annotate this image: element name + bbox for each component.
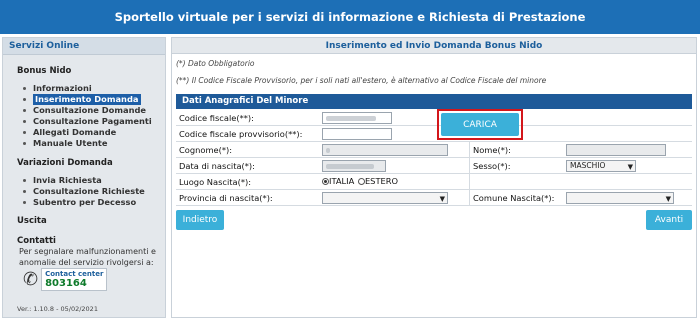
phone-icon: ✆ [23, 269, 39, 290]
chevron-down-icon: ▼ [665, 195, 671, 203]
version-label: Ver.: 1.10.8 - 05/02/2021 [17, 305, 98, 313]
sidebar-item-uscita[interactable]: Uscita [17, 216, 47, 226]
chevron-down-icon: ▼ [439, 195, 445, 203]
row-cognome-nome: Cognome(*): Nome(*): [176, 142, 692, 158]
sidebar-item-invia-richiesta[interactable]: Invia Richiesta [23, 175, 145, 186]
row-codice-fiscale: Codice fiscale(**): [176, 110, 692, 126]
contacts-title: Contatti [17, 236, 56, 246]
radio-italia-label: ITALIA [329, 176, 355, 186]
label-codice-fiscale: Codice fiscale(**): [179, 113, 254, 123]
sidebar-title: Servizi Online [3, 38, 165, 55]
sidebar-menu-bonus-nido: Informazioni Inserimento Domanda Consult… [23, 83, 152, 149]
row-data-sesso: Data di nascita(*): Sesso(*): MASCHIO ▼ [176, 158, 692, 174]
sesso-select-value: MASCHIO [570, 161, 606, 170]
chevron-down-icon: ▼ [627, 163, 633, 171]
sidebar-section-variazioni: Variazioni Domanda [17, 158, 113, 168]
codice-provvisorio-input[interactable] [322, 128, 392, 140]
label-luogo-nascita: Luogo Nascita(*): [179, 177, 252, 187]
note-mandatory: (*) Dato Obbligatorio [176, 59, 255, 68]
sidebar-section-bonus-nido: Bonus Nido [17, 66, 72, 76]
sesso-select[interactable]: MASCHIO ▼ [566, 160, 636, 172]
contact-center: ✆ Contact center 803164 [23, 268, 108, 291]
sidebar-item-informazioni[interactable]: Informazioni [23, 83, 152, 94]
row-luogo-nascita: Luogo Nascita(*): ITALIA ESTERO [176, 174, 692, 190]
label-comune: Comune Nascita(*): [473, 193, 555, 203]
sidebar-item-subentro-decesso[interactable]: Subentro per Decesso [23, 197, 145, 208]
provincia-select[interactable]: ▼ [322, 192, 448, 204]
radio-estero[interactable] [357, 178, 365, 185]
contact-center-box: Contact center 803164 [41, 268, 108, 291]
radio-italia[interactable] [322, 178, 329, 185]
contacts-text-2: anomalie del servizio rivolgersi a: [19, 258, 154, 267]
label-provincia: Provincia di nascita(*): [179, 193, 273, 203]
carica-button[interactable]: CARICA [441, 113, 519, 136]
sidebar-menu-variazioni: Invia Richiesta Consultazione Richieste … [23, 175, 145, 208]
app-title: Sportello virtuale per i servizi di info… [114, 10, 586, 24]
label-sesso: Sesso(*): [473, 161, 511, 171]
sidebar: Servizi Online Bonus Nido Informazioni I… [2, 37, 166, 318]
avanti-button[interactable]: Avanti [646, 210, 692, 230]
label-data-nascita: Data di nascita(*): [179, 161, 255, 171]
sidebar-item-manuale-utente[interactable]: Manuale Utente [23, 138, 152, 149]
note-provisional-cf: (**) Il Codice Fiscale Provvisorio, per … [176, 76, 547, 85]
label-cognome: Cognome(*): [179, 145, 233, 155]
indietro-button[interactable]: Indietro [176, 210, 224, 230]
row-codice-provvisorio: Codice fiscale provvisorio(**): [176, 126, 692, 142]
main-panel: Inserimento ed Invio Domanda Bonus Nido … [171, 37, 697, 318]
app-header: Sportello virtuale per i servizi di info… [0, 0, 700, 34]
sidebar-item-consultazione-pagamenti[interactable]: Consultazione Pagamenti [23, 116, 152, 127]
cognome-input[interactable] [322, 144, 448, 156]
form-section-title: Dati Anagrafici Del Minore [176, 94, 692, 109]
radio-estero-label: ESTERO [364, 176, 399, 186]
label-codice-provvisorio: Codice fiscale provvisorio(**): [179, 129, 303, 139]
sidebar-item-consultazione-richieste[interactable]: Consultazione Richieste [23, 186, 145, 197]
label-nome: Nome(*): [473, 145, 511, 155]
radio-italia-group: ITALIA ESTERO [322, 176, 398, 186]
contacts-text-1: Per segnalare malfunzionamenti e [19, 247, 156, 256]
codice-fiscale-input[interactable] [322, 112, 392, 124]
page-title: Inserimento ed Invio Domanda Bonus Nido [172, 38, 696, 54]
nome-input[interactable] [566, 144, 666, 156]
sidebar-item-consultazione-domande[interactable]: Consultazione Domande [23, 105, 152, 116]
data-nascita-input[interactable] [322, 160, 386, 172]
row-provincia-comune: Provincia di nascita(*): ▼ Comune Nascit… [176, 190, 692, 206]
contact-center-number: 803164 [45, 278, 87, 289]
comune-select[interactable]: ▼ [566, 192, 674, 204]
sidebar-item-inserimento-domanda[interactable]: Inserimento Domanda [23, 94, 152, 105]
contact-center-label: Contact center [45, 270, 104, 278]
sidebar-item-allegati-domande[interactable]: Allegati Domande [23, 127, 152, 138]
